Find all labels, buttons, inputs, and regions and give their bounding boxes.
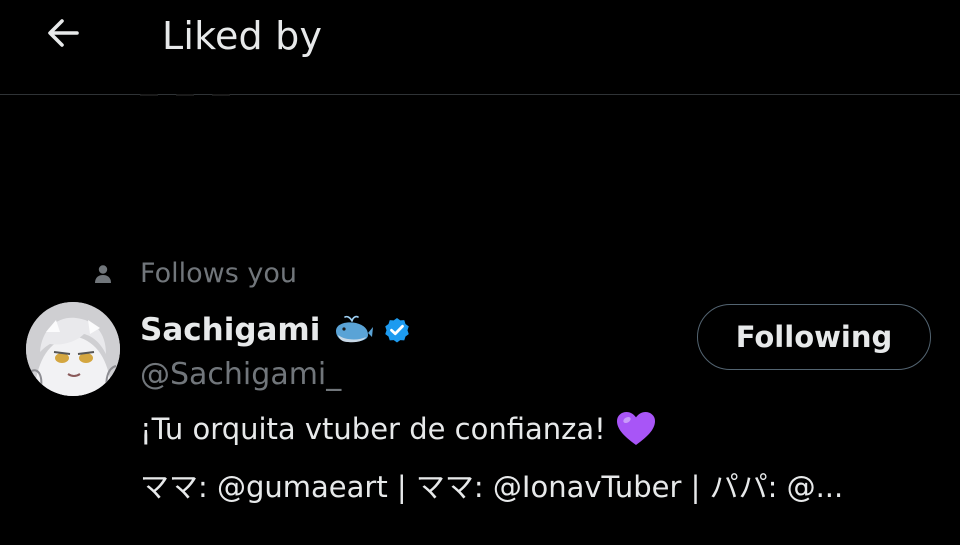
avatar[interactable] — [26, 302, 120, 396]
bio-line-2: ママ: @gumaeart | ママ: @IonavTuber | パパ: @.… — [140, 470, 844, 504]
user-handle[interactable]: @Sachigami_ — [140, 354, 341, 396]
social-context: Follows you — [90, 254, 297, 294]
purple-heart-emoji — [616, 411, 656, 447]
top-app-bar: Liked by — [0, 0, 960, 96]
name-row[interactable]: Sachigami — [140, 308, 412, 352]
verified-badge-icon — [382, 315, 412, 345]
display-name[interactable]: Sachigami — [140, 308, 320, 352]
person-icon — [90, 261, 116, 287]
user-cell[interactable]: Follows you Sachigami @Sachigami_ Follow… — [0, 240, 960, 545]
bio-line-1: ¡Tu orquita vtuber de confianza! — [140, 408, 656, 450]
whale-emoji — [332, 315, 374, 345]
liked-by-screen: Liked by Follows you Sachigami @Sachigam… — [0, 0, 960, 545]
following-button[interactable]: Following — [697, 304, 931, 370]
page-title: Liked by — [162, 14, 323, 58]
follows-you-label: Follows you — [140, 258, 297, 289]
bio-text-1: ¡Tu orquita vtuber de confianza! — [140, 412, 606, 446]
arrow-left-icon — [43, 13, 83, 57]
tab-indicator-remnant — [140, 82, 280, 96]
following-button-label: Following — [735, 320, 893, 354]
back-button[interactable] — [38, 12, 88, 58]
